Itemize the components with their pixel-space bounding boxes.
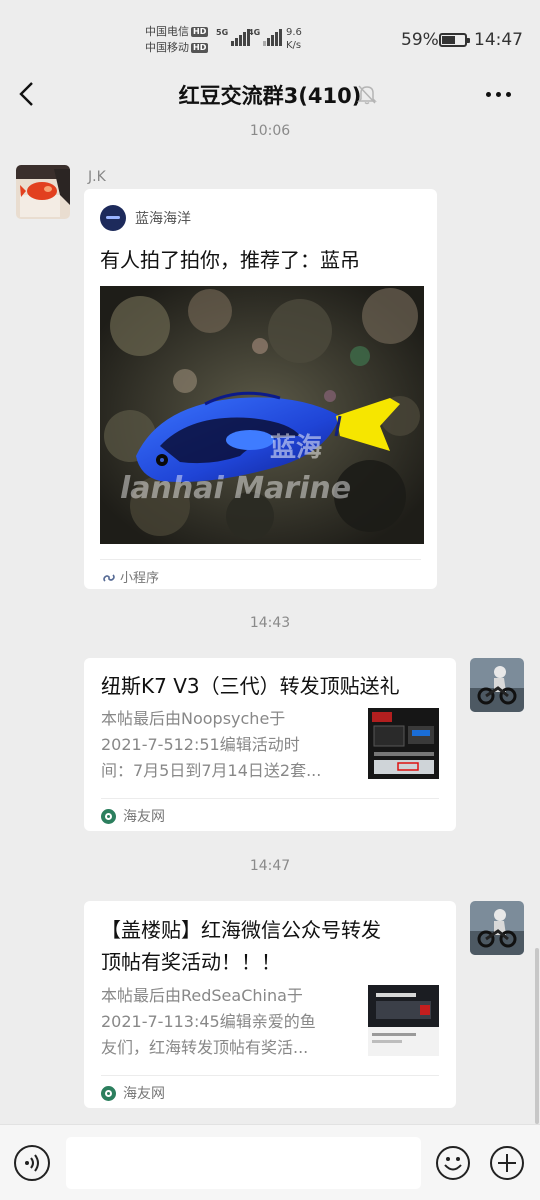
scrollbar[interactable] — [535, 948, 539, 1124]
mute-bell-icon — [356, 83, 378, 105]
avatar[interactable] — [470, 901, 524, 955]
more-options-button[interactable] — [486, 92, 511, 97]
chat-timestamp: 10:06 — [249, 123, 291, 139]
fish-photo: 蓝海 lanhai Marine — [100, 286, 424, 544]
card-divider — [101, 798, 439, 799]
mini-program-card[interactable]: 蓝海海洋 有人拍了拍你，推荐了：蓝吊 蓝海 lanhai Marine 小程序 — [84, 189, 437, 589]
sender-name: J.K — [88, 169, 106, 185]
link-title: 【盖楼贴】红海微信公众号转发 顶帖有奖活动！！！ — [101, 918, 381, 974]
card-divider — [100, 559, 421, 560]
source-name: 海友网 — [123, 809, 165, 825]
nav-bar: 红豆交流群3(410) — [0, 66, 540, 122]
card-divider — [101, 1075, 439, 1076]
smiley-icon — [436, 1146, 470, 1180]
chat-title: 红豆交流群3(410) — [178, 84, 362, 108]
link-card[interactable]: 纽斯K7 V3（三代）转发顶贴送礼 本帖最后由Noopsyche于 2021-7… — [84, 658, 456, 831]
chat-timestamp: 14:43 — [249, 615, 291, 631]
battery-icon — [439, 33, 470, 47]
link-thumbnail — [368, 985, 439, 1056]
mini-program-footer: 小程序 — [102, 567, 159, 586]
source-name: 海友网 — [123, 1086, 165, 1102]
input-bar — [0, 1124, 540, 1200]
status-time: 14:47 — [474, 30, 523, 50]
battery-percent: 59% — [401, 30, 439, 50]
more-functions-button[interactable] — [489, 1145, 525, 1181]
haiyou-icon — [101, 1085, 116, 1101]
link-description: 本帖最后由Noopsyche于 2021-7-512:51编辑活动时 间：7月5… — [101, 709, 322, 780]
status-bar: 中国电信 HD 中国移动 HD 5G 4G 9.6 K/s 59% 14:47 — [0, 0, 540, 66]
hd-badge: HD — [191, 43, 209, 53]
avatar[interactable] — [16, 165, 70, 219]
hd-badge: HD — [191, 27, 209, 37]
voice-input-button[interactable] — [14, 1145, 50, 1181]
watermark-cn: 蓝海 — [270, 433, 322, 463]
mini-program-title: 有人拍了拍你，推荐了：蓝吊 — [100, 248, 360, 272]
watermark-en: lanhai Marine — [120, 471, 351, 506]
avatar[interactable] — [470, 658, 524, 712]
link-title: 纽斯K7 V3（三代）转发顶贴送礼 — [101, 674, 400, 698]
signal-4g-icon: 4G — [248, 28, 283, 46]
brand-name: 蓝海海洋 — [135, 211, 191, 227]
network-speed: 9.6 K/s — [286, 27, 302, 51]
chat-timestamp: 14:47 — [249, 858, 291, 874]
signal-5g-icon: 5G — [216, 28, 251, 46]
mini-program-brand: 蓝海海洋 — [100, 205, 191, 231]
carrier-1: 中国电信 — [145, 25, 189, 38]
link-source: 海友网 — [101, 806, 165, 826]
brand-logo-icon — [100, 205, 126, 231]
mini-program-icon — [103, 573, 115, 582]
carrier-info: 中国电信 HD 中国移动 HD — [145, 24, 209, 56]
voice-icon — [25, 1154, 39, 1172]
plus-icon — [490, 1146, 524, 1180]
carrier-2: 中国移动 — [145, 41, 189, 54]
emoji-button[interactable] — [435, 1145, 471, 1181]
haiyou-icon — [101, 808, 116, 824]
link-card[interactable]: 【盖楼贴】红海微信公众号转发 顶帖有奖活动！！！ 本帖最后由RedSeaChin… — [84, 901, 456, 1108]
link-thumbnail — [368, 708, 439, 779]
message-input[interactable] — [66, 1137, 421, 1189]
link-description: 本帖最后由RedSeaChina于 2021-7-113:45编辑亲爱的鱼 友们… — [101, 986, 316, 1057]
mini-program-label: 小程序 — [120, 571, 160, 586]
link-source: 海友网 — [101, 1083, 165, 1103]
